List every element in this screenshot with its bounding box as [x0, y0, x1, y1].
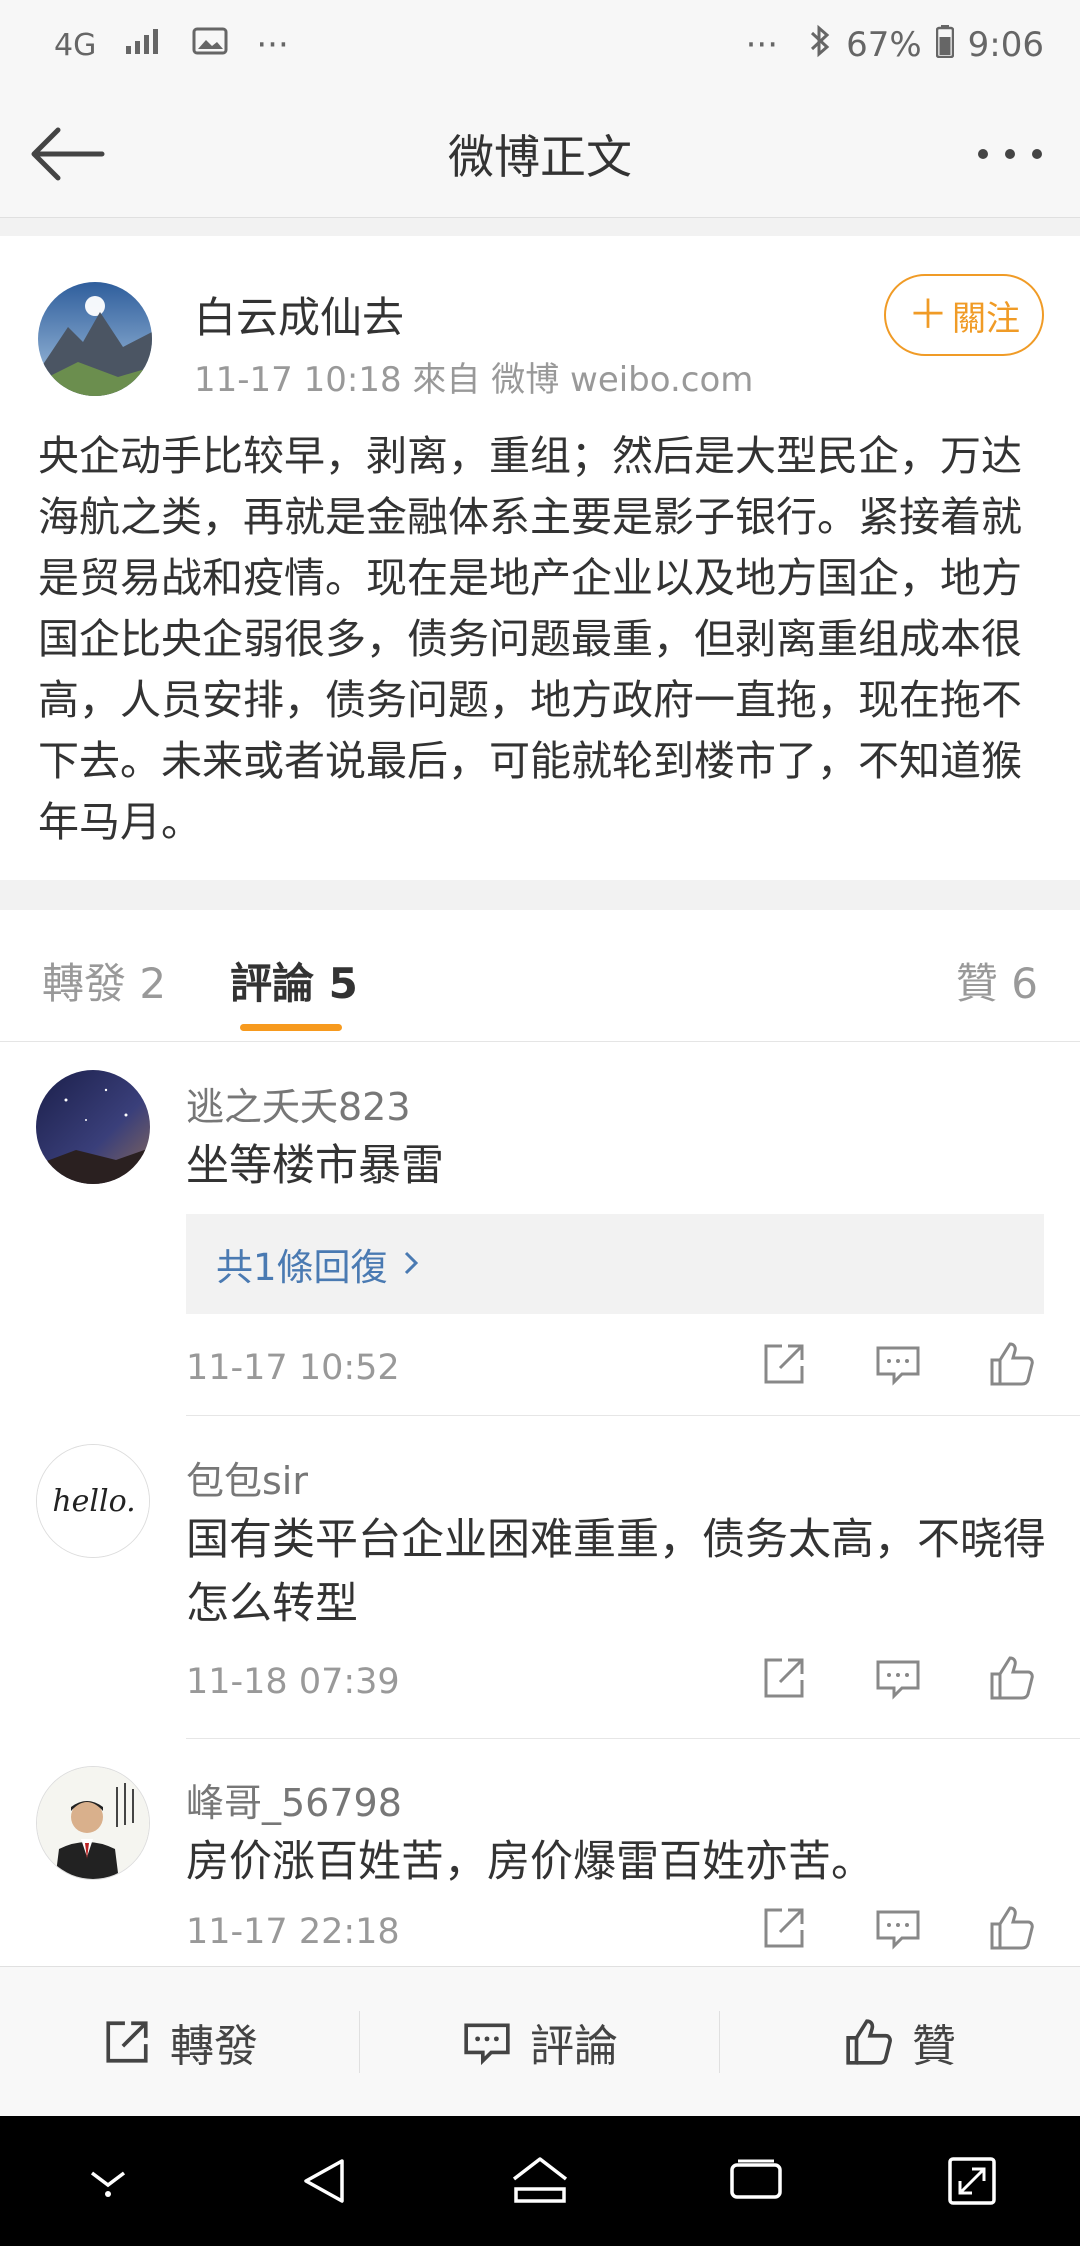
author-avatar[interactable]: [38, 282, 152, 396]
reply-comment-button[interactable]: [866, 1646, 930, 1710]
battery-icon: [935, 24, 954, 67]
comment-item: hello. 包包sir 国有类平台企业困难重重，债务太高，不晓得怎么转型 11…: [0, 1416, 1080, 1739]
system-recents-button[interactable]: [706, 2131, 806, 2231]
comment-text: 房价涨百姓苦，房价爆雷百姓亦苦。: [186, 1837, 874, 1887]
view-replies-button[interactable]: 共1條回復: [186, 1214, 1044, 1314]
commenter-name[interactable]: 逃之夭夭823: [186, 1076, 411, 1131]
reply-comment-button[interactable]: [866, 1332, 930, 1396]
thumbs-up-icon: [846, 2018, 892, 2065]
network-indicator: 4G: [54, 27, 97, 63]
share-comment-button[interactable]: [752, 1332, 816, 1396]
gallery-icon: [192, 25, 228, 65]
comment-icon: [876, 1910, 920, 1950]
commenter-name[interactable]: 包包sir: [186, 1450, 308, 1505]
share-icon: [764, 1908, 804, 1948]
tab-reposts[interactable]: 轉發 2: [42, 950, 166, 1011]
recents-icon: [730, 2159, 782, 2199]
active-tab-indicator: [240, 1024, 342, 1031]
like-comment-button[interactable]: [980, 1646, 1044, 1710]
comment-time: 11-17 22:18: [186, 1912, 400, 1952]
comment-actions: [752, 1896, 1044, 1960]
reply-comment-button[interactable]: [866, 1896, 930, 1960]
like-comment-button[interactable]: [980, 1332, 1044, 1396]
share-icon: [764, 1658, 804, 1698]
share-icon: [106, 2020, 148, 2063]
commenter-avatar[interactable]: hello.: [36, 1444, 150, 1558]
comment-button[interactable]: 評論: [360, 1967, 720, 2116]
tab-comments[interactable]: 評論 5: [230, 950, 358, 1011]
post-card: 白云成仙去 11-17 10:18 來自 微博 weibo.com ＋ 關注 央…: [0, 236, 1080, 880]
commenter-avatar[interactable]: [36, 1766, 150, 1880]
status-right: ··· 67% 9:06: [746, 24, 1044, 67]
like-comment-button[interactable]: [980, 1896, 1044, 1960]
post-meta: 11-17 10:18 來自 微博 weibo.com: [194, 360, 754, 400]
avatar-logo-text: hello.: [52, 1484, 135, 1519]
post-text: 央企动手比较早，剥离，重组；然后是大型民企，万达海航之类，再就是金融体系主要是影…: [38, 432, 1022, 846]
comment-time: 11-17 10:52: [186, 1348, 400, 1388]
more-status: ···: [745, 25, 779, 65]
expand-icon: [948, 2157, 996, 2205]
tab-bar: 轉發 2 評論 5 贊 6: [0, 910, 1080, 1042]
comment-icon: [876, 1660, 920, 1700]
follow-label: 關注: [952, 298, 1020, 339]
plus-icon: ＋: [908, 292, 948, 338]
comment-icon: [876, 1346, 920, 1386]
bottom-action-bar: 轉發 評論 贊: [0, 1966, 1080, 2116]
share-icon: [764, 1344, 804, 1384]
comment-time: 11-18 07:39: [186, 1662, 400, 1702]
share-comment-button[interactable]: [752, 1646, 816, 1710]
tab-likes[interactable]: 贊 6: [956, 950, 1038, 1011]
repost-label: 轉發: [170, 2020, 258, 2072]
like-label: 贊: [912, 2020, 956, 2072]
comment-actions: [752, 1332, 1044, 1396]
comment-label: 評論: [530, 2020, 618, 2072]
author-name[interactable]: 白云成仙去: [194, 284, 404, 345]
share-comment-button[interactable]: [752, 1896, 816, 1960]
commenter-avatar[interactable]: [36, 1070, 150, 1184]
comment-item: 峰哥_56798 房价涨百姓苦，房价爆雷百姓亦苦。 11-17 22:18: [0, 1738, 1080, 1966]
more-options-button[interactable]: [970, 124, 1050, 184]
nav-bar: 微博正文: [0, 90, 1080, 218]
system-back-button[interactable]: [274, 2131, 374, 2231]
arrow-left-icon: [31, 127, 105, 181]
chevron-right-icon: [402, 1243, 420, 1286]
repost-button[interactable]: 轉發: [0, 1967, 360, 2116]
comment-item: 逃之夭夭823 坐等楼市暴雷 共1條回復 11-17 10:52: [0, 1042, 1080, 1416]
chevron-down-dot-icon: [90, 2171, 126, 2197]
thumbs-up-icon: [990, 1342, 1034, 1386]
replies-label: 共1條回復: [216, 1246, 388, 1289]
system-home-button[interactable]: [490, 2131, 590, 2231]
comment-actions: [752, 1646, 1044, 1710]
commenter-name[interactable]: 峰哥_56798: [186, 1772, 402, 1827]
follow-button[interactable]: ＋ 關注: [884, 274, 1044, 356]
expand-screen-button[interactable]: [922, 2131, 1022, 2231]
comment-icon: [464, 2023, 510, 2065]
comment-text: 坐等楼市暴雷: [186, 1141, 444, 1191]
back-button[interactable]: [24, 110, 112, 198]
signal-icon: [124, 25, 164, 65]
battery-percent: 67%: [846, 25, 922, 65]
hide-nav-button[interactable]: [58, 2131, 158, 2231]
like-button[interactable]: 贊: [720, 1967, 1080, 2116]
system-navigation-bar: [0, 2116, 1080, 2246]
clock: 9:06: [967, 25, 1044, 65]
thumbs-up-icon: [990, 1656, 1034, 1700]
triangle-back-icon: [304, 2159, 344, 2203]
more-notifications: ···: [256, 25, 289, 65]
thumbs-up-icon: [990, 1906, 1034, 1950]
home-icon: [512, 2157, 568, 2203]
bluetooth-icon: [808, 24, 832, 67]
status-left: 4G ···: [54, 25, 289, 65]
more-dots-icon: [978, 149, 1042, 159]
comment-list: 逃之夭夭823 坐等楼市暴雷 共1條回復 11-17 10:52 hello. …: [0, 1042, 1080, 1966]
page-title: 微博正文: [448, 129, 632, 184]
status-bar: 4G ··· ··· 67% 9:06: [0, 0, 1080, 90]
comment-text: 国有类平台企业困难重重，债务太高，不晓得怎么转型: [186, 1515, 1046, 1629]
